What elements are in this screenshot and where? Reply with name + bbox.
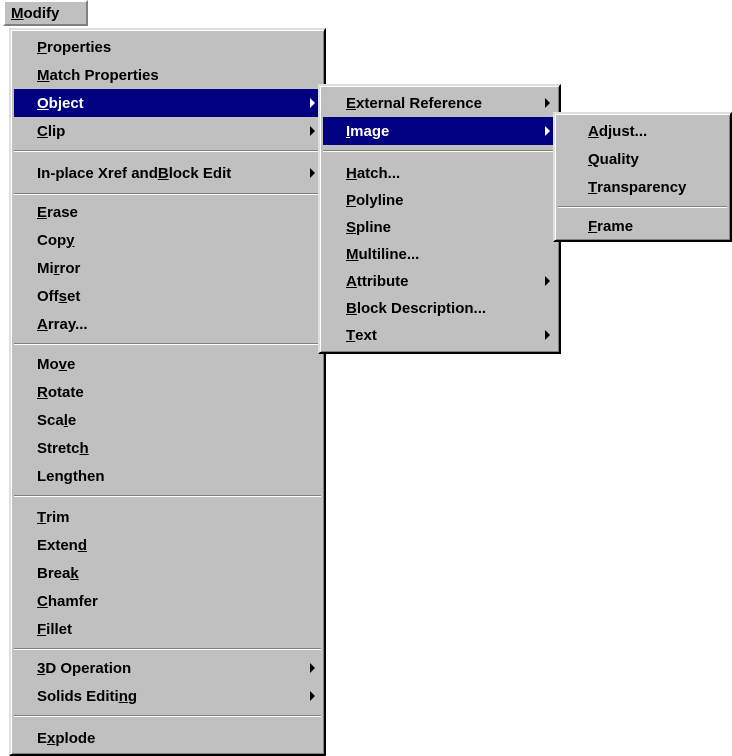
menu-item-array[interactable]: Array...	[14, 310, 321, 338]
submenu-arrow-icon	[545, 330, 550, 340]
submenu-item-attribute[interactable]: Attribute	[323, 267, 556, 295]
menubar-modify-label: odify	[23, 4, 60, 22]
submenu-item-text[interactable]: Text	[323, 321, 556, 349]
menu-item-copy[interactable]: Cop y	[14, 226, 321, 254]
image-submenu: Adjust... Quality Transparency Frame	[553, 112, 732, 242]
menu-item-chamfer[interactable]: Chamfer	[14, 587, 321, 615]
modify-menu: Properties Match Properties Object Clip …	[9, 28, 326, 756]
menu-item-clip[interactable]: Clip	[14, 117, 321, 145]
menu-separator	[14, 150, 321, 152]
menu-separator	[14, 648, 321, 650]
submenu-arrow-icon	[310, 691, 315, 701]
menu-item-solids-editing[interactable]: Solids Editi n g	[14, 682, 321, 710]
menu-item-object[interactable]: Object	[14, 89, 321, 117]
submenu-item-frame[interactable]: Frame	[558, 212, 727, 240]
submenu-item-transparency[interactable]: Transparency	[558, 173, 727, 201]
submenu-arrow-icon	[545, 276, 550, 286]
menu-item-rotate[interactable]: Rotate	[14, 378, 321, 406]
menu-item-inplace-xref-block-edit[interactable]: In-place Xref and Block Edit	[14, 159, 321, 187]
menu-separator	[14, 715, 321, 717]
submenu-arrow-icon	[545, 98, 550, 108]
submenu-item-hatch[interactable]: Hatch...	[323, 159, 556, 187]
submenu-arrow-icon	[310, 168, 315, 178]
submenu-item-multiline[interactable]: Multiline...	[323, 240, 556, 268]
submenu-item-polyline[interactable]: Polyline	[323, 186, 556, 214]
menu-item-mirror[interactable]: Mi r ror	[14, 254, 321, 282]
menu-item-trim[interactable]: Trim	[14, 503, 321, 531]
menu-item-scale[interactable]: Sca l e	[14, 406, 321, 434]
menu-item-stretch[interactable]: Stretc h	[14, 434, 321, 462]
menu-item-match-properties[interactable]: Match Properties	[14, 61, 321, 89]
submenu-item-block-description[interactable]: Block Description...	[323, 294, 556, 322]
menu-separator	[558, 206, 727, 208]
menu-item-offset[interactable]: Off s et	[14, 282, 321, 310]
object-submenu: External Reference Image Hatch... Polyli…	[318, 84, 561, 354]
menu-separator	[14, 343, 321, 345]
menu-item-properties[interactable]: Properties	[14, 33, 321, 61]
submenu-item-image[interactable]: Image	[323, 117, 556, 145]
menu-item-move[interactable]: Mo v e	[14, 350, 321, 378]
submenu-arrow-icon	[310, 663, 315, 673]
submenu-item-adjust[interactable]: Adjust...	[558, 117, 727, 145]
menu-separator	[14, 193, 321, 195]
menubar-modify[interactable]: Modify	[3, 0, 88, 26]
menubar-modify-mnemonic: M	[11, 4, 24, 22]
menu-item-erase[interactable]: Erase	[14, 198, 321, 226]
submenu-item-spline[interactable]: Spline	[323, 213, 556, 241]
menu-item-extend[interactable]: Exten d	[14, 531, 321, 559]
submenu-item-quality[interactable]: Quality	[558, 145, 727, 173]
submenu-arrow-icon	[310, 98, 315, 108]
submenu-arrow-icon	[545, 126, 550, 136]
menu-separator	[323, 150, 556, 152]
menu-item-break[interactable]: Brea k	[14, 559, 321, 587]
submenu-arrow-icon	[310, 126, 315, 136]
menu-item-3d-operation[interactable]: 3D Operation	[14, 654, 321, 682]
submenu-item-external-reference[interactable]: External Reference	[323, 89, 556, 117]
menu-item-fillet[interactable]: Fillet	[14, 615, 321, 643]
menu-item-lengthen[interactable]: Len g then	[14, 462, 321, 490]
menu-separator	[14, 495, 321, 497]
menu-item-explode[interactable]: Ex plode	[14, 724, 321, 752]
